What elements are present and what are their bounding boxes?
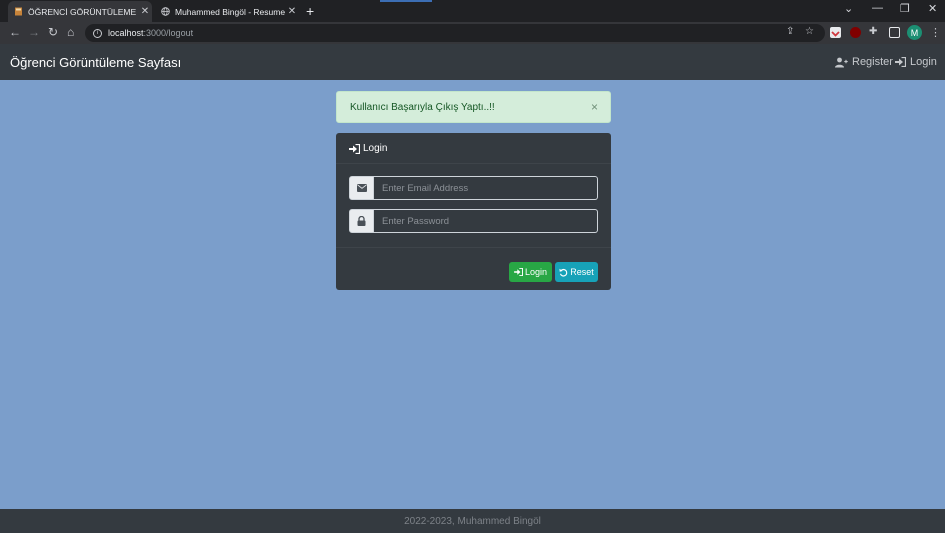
login-button[interactable]: Login (509, 262, 552, 282)
tab-close-icon[interactable]: ✕ (285, 6, 299, 17)
url-host: localhost (108, 28, 144, 38)
browser-tab[interactable]: Muhammed Bingöl - Resume Page ✕ (155, 1, 299, 22)
navbar-brand[interactable]: Öğrenci Görüntüleme Sayfası (10, 55, 181, 70)
alert-close-button[interactable]: × (591, 100, 598, 114)
window-close-icon[interactable]: ✕ (928, 2, 937, 15)
profile-avatar[interactable]: M (907, 25, 922, 40)
book-favicon-icon (15, 7, 22, 16)
register-link[interactable]: Register (835, 56, 893, 68)
pocket-extension-icon[interactable] (830, 27, 841, 38)
login-card: Login Login Reset (336, 133, 611, 290)
reset-button[interactable]: Reset (555, 262, 598, 282)
address-bar[interactable]: i localhost:3000/logout (85, 24, 825, 42)
login-button-label: Login (524, 267, 548, 277)
forward-icon[interactable]: → (28, 25, 40, 39)
lock-icon (349, 209, 374, 233)
footer-copyright: 2022-2023, Muhammed Bingöl (404, 516, 541, 527)
browser-tab-strip: ÖĞRENCİ GÖRÜNTÜLEME SAYFASI ✕ Muhammed B… (0, 0, 945, 22)
sign-in-icon (895, 57, 906, 67)
reload-icon[interactable]: ↻ (48, 25, 58, 39)
tab-strip-accent (380, 0, 432, 2)
alert-message: Kullanıcı Başarıyla Çıkış Yaptı..!! (350, 102, 495, 113)
login-title-text: Login (363, 143, 388, 154)
email-input[interactable] (374, 176, 598, 200)
site-info-icon[interactable]: i (93, 28, 102, 38)
ublock-extension-icon[interactable] (850, 27, 861, 38)
login-label: Login (910, 56, 937, 68)
browser-menu-icon[interactable]: ⋮ (930, 26, 941, 39)
password-input[interactable] (374, 209, 598, 233)
password-input-group (349, 209, 598, 233)
login-card-title: Login (349, 143, 387, 154)
home-icon[interactable]: ⌂ (67, 25, 74, 39)
app-navbar: Öğrenci Görüntüleme Sayfası Register Log… (0, 44, 945, 80)
share-icon[interactable]: ⇪ (786, 26, 794, 37)
login-card-footer: Login Reset (336, 247, 611, 290)
bookmark-star-icon[interactable]: ☆ (805, 26, 814, 37)
tab-title: ÖĞRENCİ GÖRÜNTÜLEME SAYFASI (28, 6, 138, 17)
browser-toolbar: ← → ↻ ⌂ i localhost:3000/logout ⇪ ☆ ✚ M … (0, 22, 945, 44)
address-url: localhost:3000/logout (108, 28, 193, 38)
side-panel-icon[interactable] (889, 27, 900, 38)
extensions-puzzle-icon[interactable]: ✚ (869, 26, 877, 37)
login-link[interactable]: Login (895, 56, 937, 68)
undo-icon (559, 268, 568, 277)
url-path: :3000/logout (143, 28, 194, 38)
globe-favicon-icon (161, 7, 170, 16)
page-footer: 2022-2023, Muhammed Bingöl (0, 509, 945, 533)
envelope-icon (349, 176, 374, 200)
tab-title: Muhammed Bingöl - Resume Page (175, 6, 285, 17)
browser-tab-active[interactable]: ÖĞRENCİ GÖRÜNTÜLEME SAYFASI ✕ (8, 1, 152, 22)
login-card-header: Login (336, 133, 611, 164)
tab-close-icon[interactable]: ✕ (138, 6, 152, 17)
tab-search-icon[interactable]: ⌄ (844, 2, 853, 15)
logout-success-alert: Kullanıcı Başarıyla Çıkış Yaptı..!! × (336, 91, 611, 123)
restore-icon[interactable]: ❐ (900, 2, 910, 15)
sign-in-icon (514, 268, 523, 276)
minimize-icon[interactable]: — (872, 2, 883, 14)
user-plus-icon (835, 57, 848, 67)
email-input-group (349, 176, 598, 200)
sign-in-icon (349, 143, 360, 154)
new-tab-button[interactable]: + (306, 3, 314, 19)
back-icon[interactable]: ← (9, 25, 21, 39)
register-label: Register (852, 56, 893, 68)
reset-button-label: Reset (570, 267, 594, 277)
